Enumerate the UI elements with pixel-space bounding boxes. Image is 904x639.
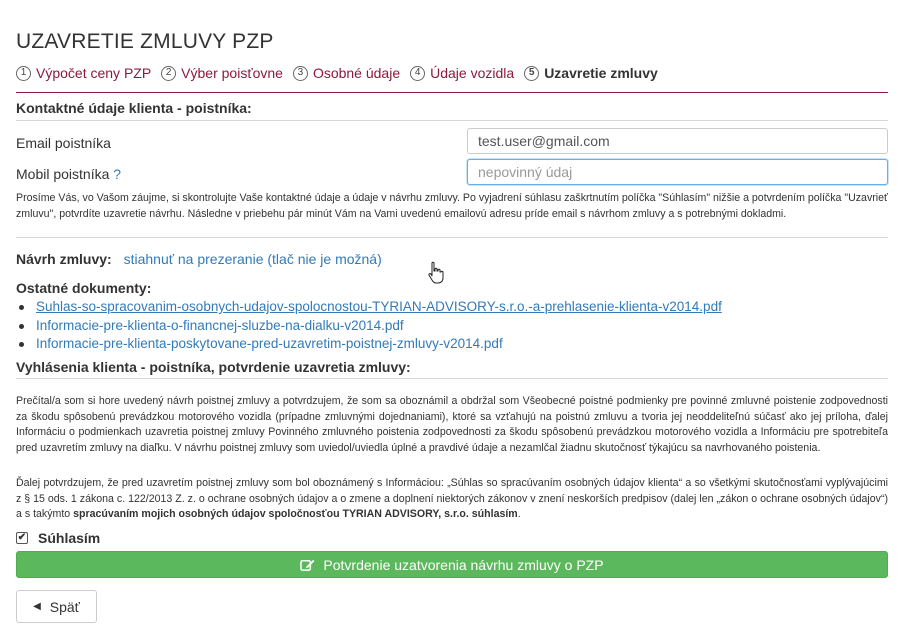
list-item: Informacie-pre-klienta-o-financnej-sluzb… xyxy=(16,318,722,337)
list-item: Suhlas-so-spracovanim-osobnych-udajov-sp… xyxy=(16,299,722,318)
confirm-contract-button[interactable]: Potvrdenie uzatvorenia návrhu zmluvy o P… xyxy=(16,551,888,578)
step-label: Údaje vozidla xyxy=(430,65,515,81)
divider xyxy=(16,237,888,238)
agree-checkbox-row[interactable]: ✔ Súhlasím xyxy=(16,530,100,546)
caret-left-icon: ◀ xyxy=(33,601,41,612)
agree-label: Súhlasím xyxy=(38,530,101,546)
declaration-paragraph-2: Ďalej potvrdzujem, že pred uzavretím poi… xyxy=(16,476,888,523)
step-number: 2 xyxy=(161,65,177,81)
contact-notice: Prosíme Vás, vo Vašom záujme, si skontro… xyxy=(16,192,888,220)
declarations-heading: Vyhlásenia klienta - poistníka, potvrden… xyxy=(16,359,411,375)
hand-pointer-icon xyxy=(427,261,445,290)
declaration-text-end: . xyxy=(517,508,521,520)
help-icon[interactable]: ? xyxy=(113,166,121,182)
documents-list: Suhlas-so-spracovanim-osobnych-udajov-sp… xyxy=(16,299,722,355)
step-1[interactable]: 1 Výpočet ceny PZP xyxy=(16,65,151,81)
list-item: Informacie-pre-klienta-poskytovane-pred-… xyxy=(16,336,722,355)
document-link-consent[interactable]: Suhlas-so-spracovanim-osobnych-udajov-sp… xyxy=(36,299,722,314)
proposal-label: Návrh zmluvy: xyxy=(16,251,112,267)
step-label: Výpočet ceny PZP xyxy=(36,65,152,81)
proposal-row: Návrh zmluvy: stiahnuť na prezeranie (tl… xyxy=(16,251,382,267)
document-link-precontract-info[interactable]: Informacie-pre-klienta-poskytovane-pred-… xyxy=(36,336,503,351)
declaration-paragraph-1: Prečítal/a som si hore uvedený návrh poi… xyxy=(16,395,888,454)
declaration-consent-bold: spracúvaním mojich osobných údajov spolo… xyxy=(73,508,518,520)
confirm-label: Potvrdenie uzatvorenia návrhu zmluvy o P… xyxy=(323,556,604,573)
step-number: 4 xyxy=(410,65,426,81)
mobile-field[interactable] xyxy=(467,159,888,185)
step-4[interactable]: 4 Údaje vozidla xyxy=(410,65,514,81)
step-label: Osobné údaje xyxy=(312,65,401,81)
proposal-download-link[interactable]: stiahnuť na prezeranie (tlač nie je možn… xyxy=(124,251,382,267)
agree-checkbox[interactable]: ✔ xyxy=(16,532,28,544)
contact-heading: Kontaktné údaje klienta - poistníka: xyxy=(16,100,252,116)
document-link-financial-info[interactable]: Informacie-pre-klienta-o-financnej-sluzb… xyxy=(36,318,404,333)
mobile-label-text: Mobil poistníka xyxy=(16,166,110,182)
back-button[interactable]: ◀ Späť xyxy=(16,590,97,623)
step-3[interactable]: 3 Osobné údaje xyxy=(292,65,401,81)
step-number: 1 xyxy=(16,65,31,81)
email-label: Email poistníka xyxy=(16,135,111,151)
mobile-label: Mobil poistníka ? xyxy=(16,166,121,182)
step-label: Uzavretie zmluvy xyxy=(544,65,658,81)
wizard-steps: 1 Výpočet ceny PZP 2 Výber poisťovne 3 O… xyxy=(16,65,888,93)
back-label: Späť xyxy=(49,598,80,615)
page-title: UZAVRETIE ZMLUVY PZP xyxy=(16,30,274,53)
step-5-active: 5 Uzavretie zmluvy xyxy=(524,65,658,81)
divider xyxy=(16,120,888,121)
step-number: 3 xyxy=(292,65,308,81)
edit-icon xyxy=(300,558,315,572)
step-label: Výber poisťovne xyxy=(181,65,283,81)
step-number: 5 xyxy=(524,65,540,81)
divider xyxy=(16,378,888,379)
documents-heading: Ostatné dokumenty: xyxy=(16,280,152,296)
email-field[interactable] xyxy=(467,128,888,154)
step-2[interactable]: 2 Výber poisťovne xyxy=(161,65,283,81)
